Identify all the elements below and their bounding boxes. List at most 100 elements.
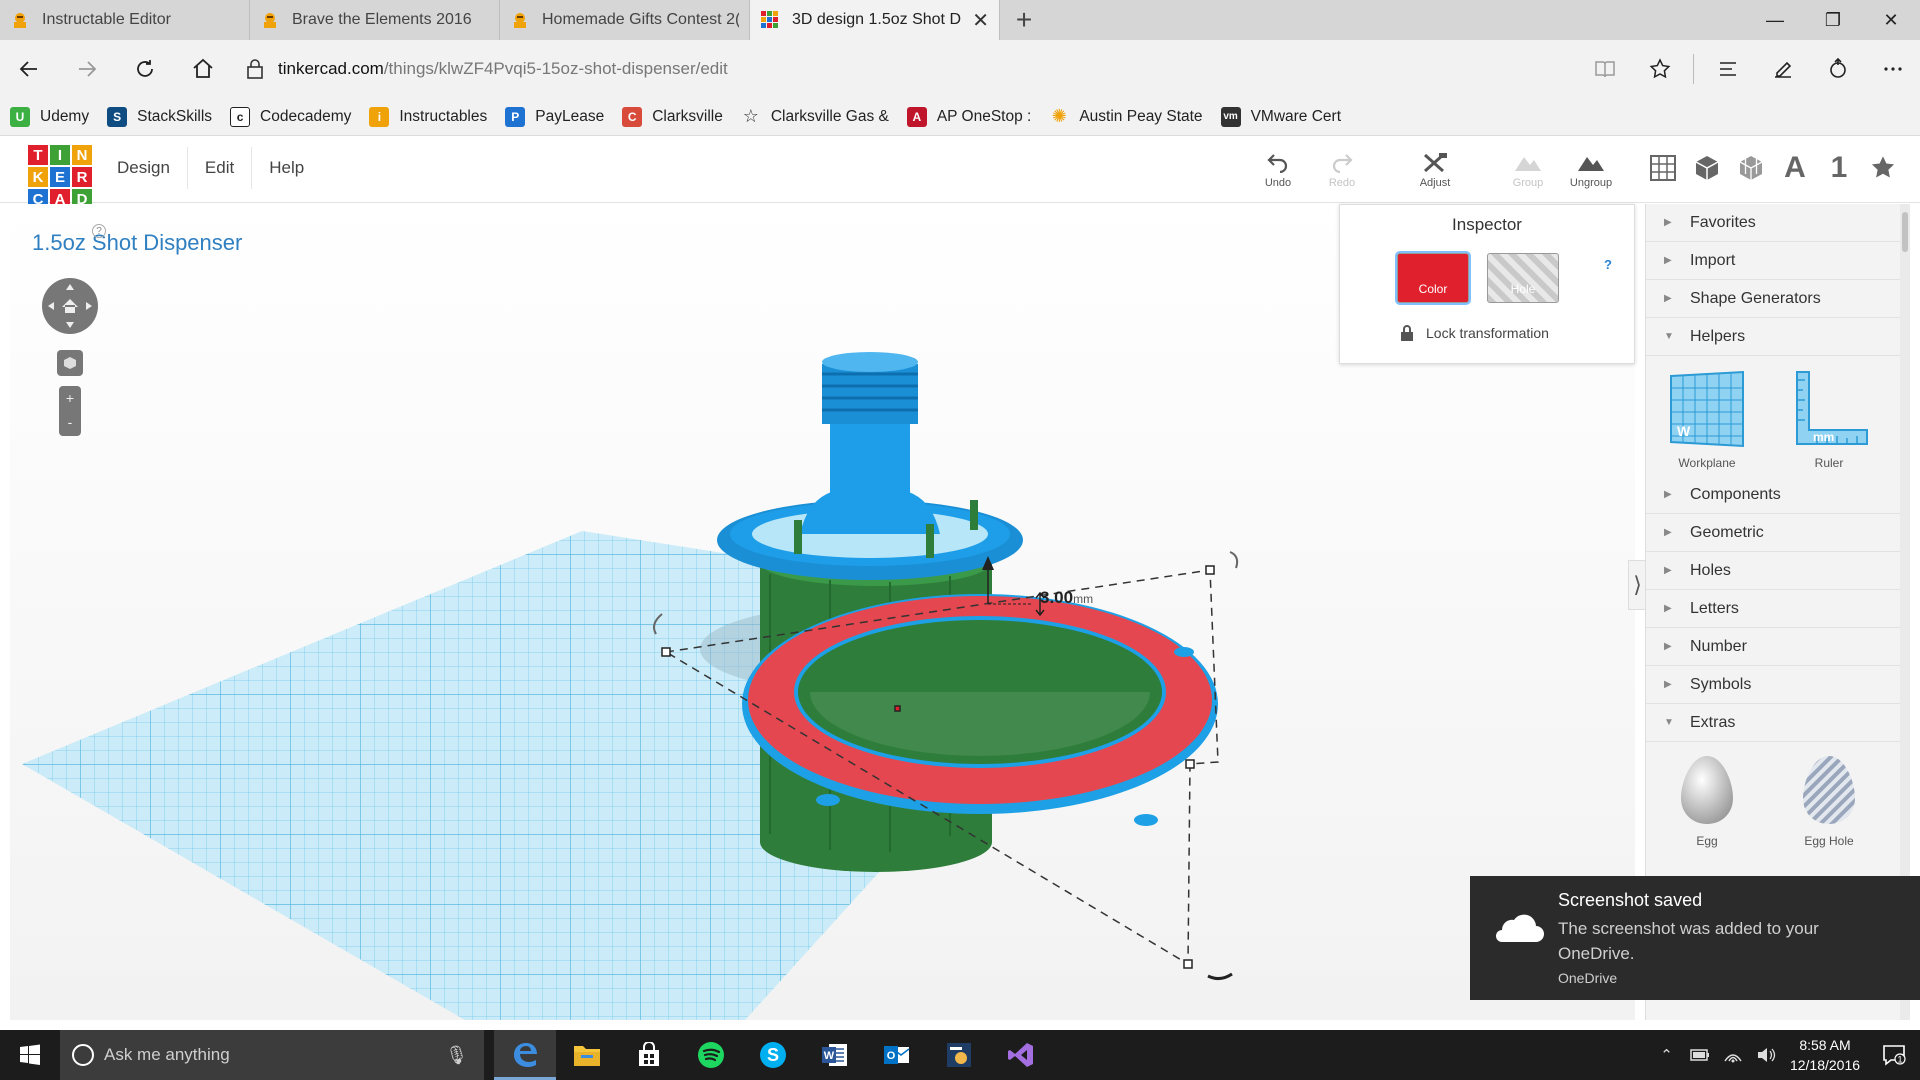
hole-swatch[interactable]: Hole <box>1487 253 1559 303</box>
zoom-in-button[interactable]: + <box>59 386 81 410</box>
number-shape-button[interactable]: 1 <box>1824 151 1854 185</box>
browser-tab-active[interactable]: 3D design 1.5oz Shot D ✕ <box>750 0 1000 40</box>
address-field[interactable]: tinkercad.com/things/klwZF4Pvqi5-15oz-sh… <box>246 49 1551 89</box>
favorite-codecademy[interactable]: c Codecademy <box>230 106 351 127</box>
taskbar-edge[interactable] <box>494 1030 556 1080</box>
start-button[interactable] <box>0 1030 60 1080</box>
taskbar-outlook[interactable]: O <box>866 1030 928 1080</box>
system-clock[interactable]: 8:58 AM 12/18/2016 <box>1782 1035 1868 1075</box>
category-number[interactable]: ▶ Number <box>1646 628 1910 666</box>
favorite-button[interactable] <box>1632 40 1687 98</box>
color-swatch[interactable]: Color <box>1397 253 1469 303</box>
taskbar-file-explorer[interactable] <box>556 1030 618 1080</box>
favorite-instructables[interactable]: i Instructables <box>369 106 487 127</box>
forward-button[interactable] <box>58 40 116 98</box>
category-import[interactable]: ▶ Import <box>1646 242 1910 280</box>
action-center-button[interactable]: 1 <box>1868 1044 1920 1066</box>
nav-help-icon[interactable]: ? <box>92 224 106 238</box>
volume-icon[interactable] <box>1749 1047 1782 1063</box>
shape-workplane[interactable]: W Workplane <box>1646 366 1768 470</box>
menu-help[interactable]: Help <box>252 147 321 189</box>
category-favorites[interactable]: ▶ Favorites <box>1646 204 1910 242</box>
category-components[interactable]: ▶ Components <box>1646 476 1910 514</box>
screenshot-toast[interactable]: Screenshot saved The screenshot was adde… <box>1470 876 1920 1000</box>
group-button[interactable]: Group <box>1493 151 1563 189</box>
close-window-icon[interactable]: ✕ <box>1862 0 1920 40</box>
grid-icon <box>1650 155 1676 181</box>
ungroup-button[interactable]: Ungroup <box>1556 151 1626 189</box>
favorite-udemy[interactable]: U Udemy <box>10 106 89 127</box>
text-shape-button[interactable]: A <box>1780 151 1810 185</box>
minimize-icon[interactable]: — <box>1746 0 1804 40</box>
adjust-button[interactable]: Adjust <box>1400 151 1470 189</box>
scroll-thumb[interactable] <box>1902 212 1908 252</box>
inspector-help-icon[interactable]: ? <box>1604 257 1612 272</box>
more-button[interactable] <box>1865 40 1920 98</box>
orbit-control-icon[interactable] <box>40 276 100 336</box>
battery-icon[interactable] <box>1683 1049 1716 1061</box>
collapse-panel-button[interactable]: ⟩ <box>1628 560 1646 610</box>
category-shape-generators[interactable]: ▶ Shape Generators <box>1646 280 1910 318</box>
home-button[interactable] <box>174 40 232 98</box>
rotate-handle-icon[interactable] <box>1229 551 1239 569</box>
lock-transformation-toggle[interactable]: Lock transformation <box>1400 325 1549 341</box>
notification-icon: 1 <box>1883 1045 1906 1066</box>
redo-button[interactable]: Redo <box>1307 151 1377 189</box>
undo-button[interactable]: Undo <box>1243 151 1313 189</box>
favorite-austin-peay[interactable]: ✺ Austin Peay State <box>1049 106 1203 127</box>
triangle-right-icon: ▶ <box>1664 489 1672 500</box>
category-holes[interactable]: ▶ Holes <box>1646 552 1910 590</box>
workplane-view-button[interactable] <box>1648 151 1678 185</box>
favorite-clarksville-gas[interactable]: ☆ Clarksville Gas & <box>741 106 889 127</box>
taskbar-skype[interactable]: S <box>742 1030 804 1080</box>
category-geometric[interactable]: ▶ Geometric <box>1646 514 1910 552</box>
category-extras[interactable]: ▼ Extras <box>1646 704 1910 742</box>
tinkercad-logo[interactable]: T I N K E R C A D <box>28 145 92 209</box>
favorite-vmware[interactable]: vm VMware Cert <box>1220 106 1341 127</box>
zoom-out-button[interactable]: - <box>59 410 81 434</box>
rotate-handle-icon[interactable] <box>1207 972 1233 981</box>
reading-view-button[interactable] <box>1577 40 1632 98</box>
inspector-panel: Inspector Color Hole ? Lock transformati… <box>1339 204 1635 364</box>
category-symbols[interactable]: ▶ Symbols <box>1646 666 1910 704</box>
show-hidden-icons-icon[interactable]: ⌃ <box>1650 1046 1683 1064</box>
svg-text:1: 1 <box>1897 1055 1902 1065</box>
favorite-shape-button[interactable] <box>1868 151 1898 185</box>
favorite-ap-onestop[interactable]: A AP OneStop : <box>906 106 1031 127</box>
shape-egg-hole[interactable]: Egg Hole <box>1768 752 1890 848</box>
new-tab-button[interactable]: + <box>1000 0 1048 40</box>
browser-tab[interactable]: Instructable Editor <box>0 0 250 40</box>
menu-edit[interactable]: Edit <box>188 147 253 189</box>
wifi-icon[interactable] <box>1716 1047 1749 1063</box>
refresh-button[interactable] <box>116 40 174 98</box>
taskbar-kindle[interactable] <box>928 1030 990 1080</box>
web-note-button[interactable] <box>1755 40 1810 98</box>
taskbar-visual-studio[interactable] <box>990 1030 1052 1080</box>
category-letters[interactable]: ▶ Letters <box>1646 590 1910 628</box>
category-helpers[interactable]: ▼ Helpers <box>1646 318 1910 356</box>
maximize-icon[interactable]: ❐ <box>1804 0 1862 40</box>
shape-egg[interactable]: Egg <box>1646 752 1768 848</box>
wireframe-view-button[interactable] <box>1736 151 1766 185</box>
favorite-clarksville[interactable]: C Clarksville <box>622 106 723 127</box>
taskbar-store[interactable] <box>618 1030 680 1080</box>
cortana-search[interactable]: Ask me anything 🎙 <box>60 1030 484 1080</box>
taskbar-word[interactable]: W <box>804 1030 866 1080</box>
solid-view-button[interactable] <box>1692 151 1722 185</box>
dimension-readout[interactable]: 3.00mm <box>1040 588 1093 608</box>
hub-button[interactable] <box>1700 40 1755 98</box>
favorite-paylease[interactable]: P PayLease <box>505 106 604 127</box>
menu-design[interactable]: Design <box>100 147 188 189</box>
favorite-stackskills[interactable]: S StackSkills <box>107 106 212 127</box>
taskbar-spotify[interactable] <box>680 1030 742 1080</box>
blue-funnel[interactable] <box>717 352 1023 580</box>
close-tab-icon[interactable]: ✕ <box>972 8 989 33</box>
browser-tab[interactable]: Brave the Elements 2016 <box>250 0 500 40</box>
home-view-button[interactable] <box>57 350 83 376</box>
back-button[interactable] <box>0 40 58 98</box>
browser-tab[interactable]: Homemade Gifts Contest 2( <box>500 0 750 40</box>
share-button[interactable] <box>1810 40 1865 98</box>
microphone-icon[interactable]: 🎙 <box>445 1045 468 1066</box>
shape-ruler[interactable]: mm Ruler <box>1768 366 1890 470</box>
design-title[interactable]: 1.5oz Shot Dispenser <box>32 230 242 256</box>
